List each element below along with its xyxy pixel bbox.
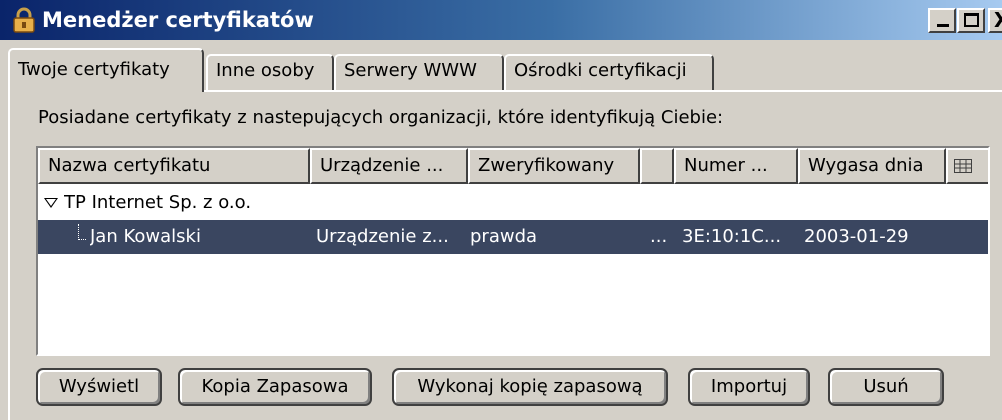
column-header-expires[interactable]: Wygasa dnia xyxy=(798,148,946,184)
tab-label: Twoje certyfikaty xyxy=(18,59,170,80)
tab-label: Inne osoby xyxy=(216,60,315,81)
table-header: Nazwa certyfikatu Urządzenie ... Zweryfi… xyxy=(38,148,988,184)
certificate-manager-window: Menedżer certyfikatów X Twoje certyfikat… xyxy=(0,0,1002,420)
tab-label: Serwery WWW xyxy=(344,60,477,81)
cell-extra: ... xyxy=(650,226,668,247)
column-picker-icon xyxy=(954,159,972,173)
column-header-serial[interactable]: Numer ... xyxy=(674,148,798,184)
tab-your-certificates[interactable]: Twoje certyfikaty xyxy=(8,48,204,92)
column-header-verified[interactable]: Zweryfikowany xyxy=(468,148,640,184)
description-label: Posiadane certyfikaty z nastepujących or… xyxy=(38,107,724,128)
column-header-device[interactable]: Urządzenie ... xyxy=(310,148,468,184)
tab-label: Ośrodki certyfikacji xyxy=(514,60,687,81)
window-title: Menedżer certyfikatów xyxy=(42,8,314,32)
view-button[interactable]: Wyświetl xyxy=(36,368,162,406)
backup-button[interactable]: Kopia Zapasowa xyxy=(178,368,372,406)
cell-certificate-name: Jan Kowalski xyxy=(90,226,201,247)
column-header-blank[interactable] xyxy=(640,148,674,184)
close-icon: X xyxy=(994,8,1002,32)
cell-serial: 3E:10:1C... xyxy=(682,226,782,247)
cell-device: Urządzenie z... xyxy=(316,226,449,247)
title-bar[interactable]: Menedżer certyfikatów X xyxy=(0,0,1002,40)
certificate-tree-table[interactable]: Nazwa certyfikatu Urządzenie ... Zweryfi… xyxy=(36,146,990,356)
import-button[interactable]: Importuj xyxy=(688,368,810,406)
tab-certificate-authorities[interactable]: Ośrodki certyfikacji xyxy=(504,54,714,90)
minimize-button[interactable] xyxy=(928,8,956,33)
tab-web-servers[interactable]: Serwery WWW xyxy=(334,54,504,90)
expanded-triangle-icon[interactable] xyxy=(44,198,58,208)
delete-button[interactable]: Usuń xyxy=(828,368,944,406)
group-name: TP Internet Sp. z o.o. xyxy=(64,192,252,213)
maximize-button[interactable] xyxy=(957,8,985,33)
cell-verified: prawda xyxy=(470,226,538,247)
close-button[interactable]: X xyxy=(988,8,1002,33)
tree-connector-icon xyxy=(78,224,86,240)
tab-other-people[interactable]: Inne osoby xyxy=(206,54,334,90)
backup-all-button[interactable]: Wykonaj kopię zapasową xyxy=(392,368,668,406)
column-header-name[interactable]: Nazwa certyfikatu xyxy=(38,148,310,184)
column-picker-button[interactable] xyxy=(946,148,988,184)
lock-icon xyxy=(13,7,35,33)
tree-group-row[interactable]: TP Internet Sp. z o.o. xyxy=(38,186,988,220)
table-row[interactable]: Jan Kowalski Urządzenie z... prawda ... … xyxy=(38,220,988,254)
maximize-icon xyxy=(964,13,979,27)
minimize-icon xyxy=(937,24,949,27)
cell-expires: 2003-01-29 xyxy=(804,226,909,247)
